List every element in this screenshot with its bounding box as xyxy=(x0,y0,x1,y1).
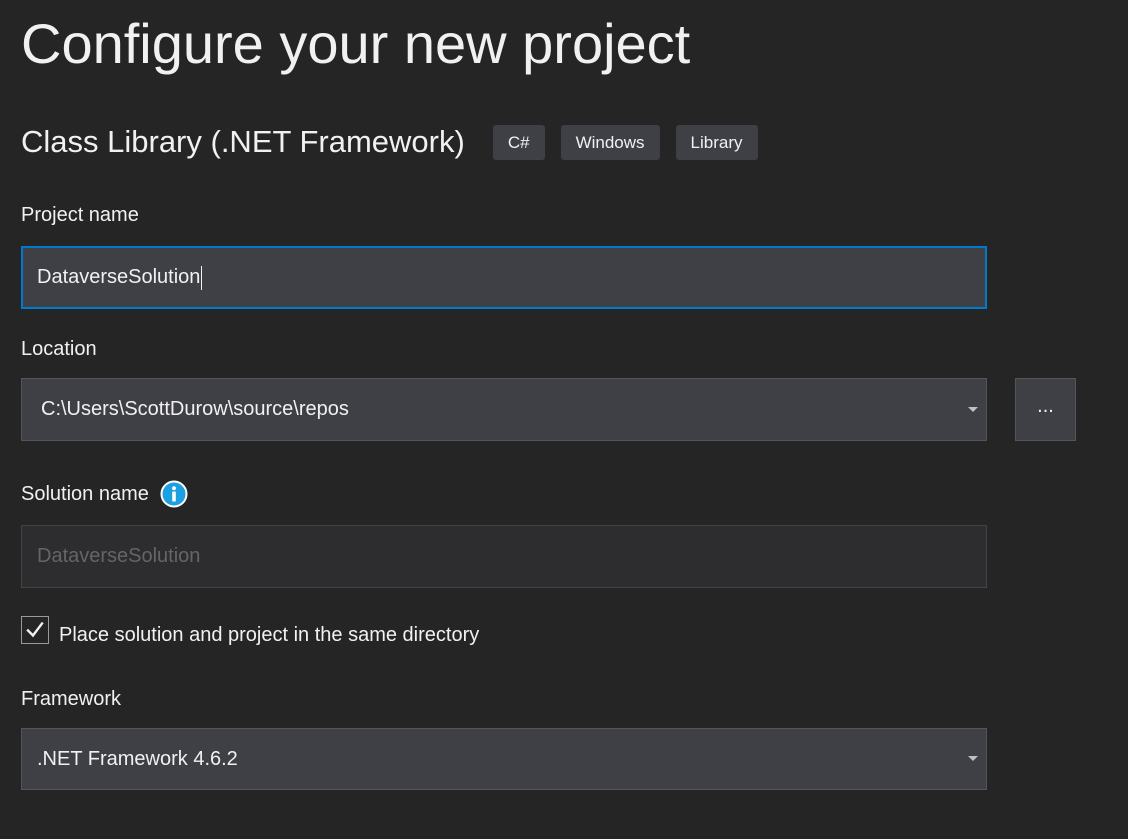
solution-name-label: Solution name xyxy=(21,480,188,508)
location-label: Location xyxy=(21,336,97,362)
framework-label-text: Framework xyxy=(21,688,122,710)
tag-platform: Windows xyxy=(560,124,660,160)
project-name-value: DataverseSolution xyxy=(37,266,201,288)
checkmark-icon xyxy=(26,621,44,638)
project-name-input[interactable]: DataverseSolution xyxy=(21,246,987,309)
info-icon[interactable] xyxy=(160,480,188,508)
project-name-label: Project name xyxy=(21,202,139,228)
tag-project-type: Library xyxy=(675,124,758,160)
location-label-text: Location xyxy=(21,338,97,360)
framework-select[interactable]: .NET Framework 4.6.2 xyxy=(21,728,987,790)
framework-selected-value: .NET Framework 4.6.2 xyxy=(37,747,238,770)
same-directory-label: Place solution and project in the same d… xyxy=(59,624,480,646)
project-name-label-text: Project name xyxy=(21,204,139,226)
same-directory-option[interactable]: Place solution and project in the same d… xyxy=(21,611,479,649)
framework-label: Framework xyxy=(21,686,121,712)
browse-location-button[interactable]: ... xyxy=(1015,378,1076,441)
location-combobox[interactable]: C:\Users\ScottDurow\source\repos xyxy=(21,378,987,441)
solution-name-placeholder: DataverseSolution xyxy=(37,545,201,567)
template-header: Class Library (.NET Framework) C# Window… xyxy=(21,122,774,162)
template-name: Class Library (.NET Framework) xyxy=(21,124,465,159)
framework-dropdown-arrow-icon[interactable] xyxy=(968,756,978,761)
tag-language: C# xyxy=(492,124,545,160)
page-title: Configure your new project xyxy=(21,12,691,75)
location-dropdown-arrow-icon[interactable] xyxy=(968,406,978,412)
text-caret xyxy=(201,265,203,290)
solution-name-input[interactable]: DataverseSolution xyxy=(21,525,987,588)
configure-project-page: Configure your new project Class Library… xyxy=(0,0,1128,839)
location-value: C:\Users\ScottDurow\source\repos xyxy=(41,398,349,420)
same-directory-checkbox[interactable] xyxy=(21,616,49,644)
solution-name-label-text: Solution name xyxy=(21,483,149,505)
